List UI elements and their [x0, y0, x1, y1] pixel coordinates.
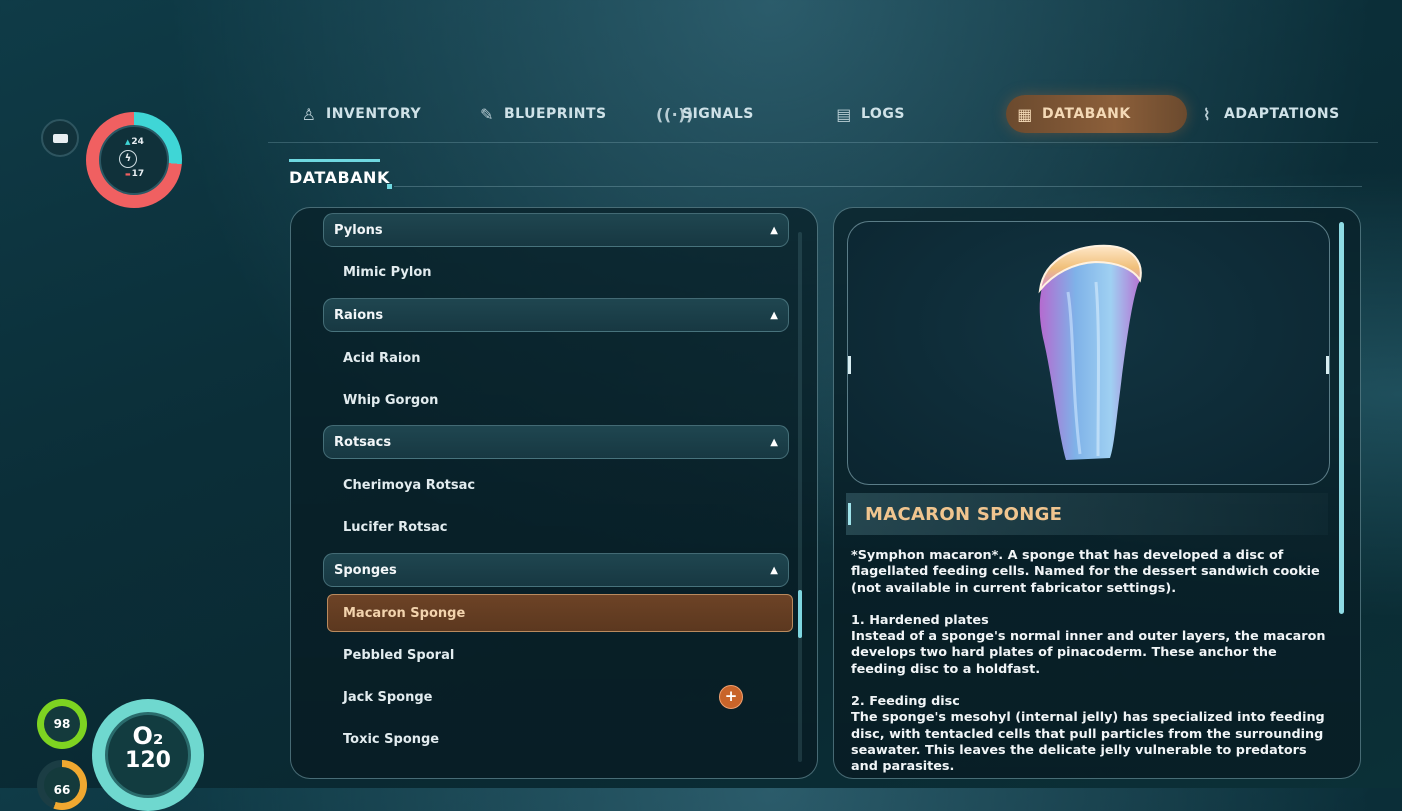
- section-title: DATABANK: [289, 168, 390, 187]
- power-up-value: 24: [125, 137, 144, 147]
- oxygen-label: O₂: [132, 722, 164, 750]
- group-label: Rotsacs: [334, 434, 392, 450]
- tab-databank[interactable]: ▦ DATABANK: [1006, 95, 1187, 133]
- group-label: Sponges: [334, 562, 397, 578]
- entry-section-hardened-plates: 1. Hardened plates Instead of a sponge's…: [851, 612, 1326, 677]
- tab-label: DATABANK: [1042, 106, 1131, 122]
- group-header-raions[interactable]: Raions ▲: [323, 298, 789, 332]
- entry-title-accent: [848, 503, 851, 525]
- list-item[interactable]: Lucifer Rotsac: [343, 512, 773, 542]
- databank-icon: ▦: [1017, 104, 1033, 124]
- list-item[interactable]: Cherimoya Rotsac: [343, 470, 773, 500]
- list-item[interactable]: Toxic Sponge: [343, 724, 773, 754]
- group-header-pylons[interactable]: Pylons ▲: [323, 213, 789, 247]
- list-item-label: Lucifer Rotsac: [343, 519, 448, 535]
- blueprint-icon: ✎: [480, 104, 494, 124]
- list-item[interactable]: Pebbled Sporal: [343, 640, 773, 670]
- list-item[interactable]: Jack Sponge +: [343, 682, 773, 712]
- group-header-sponges[interactable]: Sponges ▲: [323, 553, 789, 587]
- chevron-up-icon: ▲: [770, 309, 778, 321]
- list-scrollbar-track[interactable]: [798, 232, 802, 762]
- list-item-label: Acid Raion: [343, 350, 421, 366]
- tab-signals[interactable]: ((·)) SIGNALS: [656, 95, 754, 133]
- main-tab-bar: ♙ INVENTORY ✎ BLUEPRINTS ((·)) SIGNALS ▤…: [268, 86, 1378, 143]
- power-gauge-center: 24 ϟ 17: [99, 125, 169, 195]
- signal-icon: ((·)): [656, 104, 694, 124]
- food-gauge: 66: [37, 760, 87, 810]
- tab-adaptations[interactable]: ⌇ ADAPTATIONS: [1198, 95, 1340, 133]
- health-gauge: 98: [37, 699, 87, 749]
- battery-icon: [52, 133, 68, 143]
- tab-label: ADAPTATIONS: [1224, 106, 1340, 122]
- list-item-label: Mimic Pylon: [343, 264, 432, 280]
- databank-detail-panel: MACARON SPONGE *Symphon macaron*. A spon…: [833, 207, 1361, 779]
- list-item-label: Toxic Sponge: [343, 731, 440, 747]
- tab-label: BLUEPRINTS: [504, 106, 607, 122]
- list-item[interactable]: Mimic Pylon: [343, 257, 773, 287]
- databank-list-panel: Pylons ▲ Mimic Pylon Raions ▲ Acid Raion…: [290, 207, 818, 779]
- tab-label: INVENTORY: [326, 106, 422, 122]
- entry-description: *Symphon macaron*. A sponge that has dev…: [851, 548, 1329, 778]
- list-item[interactable]: Whip Gorgon: [343, 385, 773, 415]
- battery-indicator: [41, 119, 79, 157]
- detail-scrollbar[interactable]: [1339, 222, 1344, 614]
- list-item-label: Cherimoya Rotsac: [343, 477, 476, 493]
- entry-section-feeding-disc: 2. Feeding disc The sponge's mesohyl (in…: [851, 694, 1325, 775]
- group-header-rotsacs[interactable]: Rotsacs ▲: [323, 425, 789, 459]
- chevron-up-icon: ▲: [770, 224, 778, 236]
- section-title-underline: [289, 159, 380, 162]
- power-gauge: 24 ϟ 17: [86, 112, 182, 208]
- tab-logs[interactable]: ▤ LOGS: [835, 95, 905, 133]
- tab-inventory[interactable]: ♙ INVENTORY: [300, 95, 421, 133]
- chevron-up-icon: ▲: [770, 564, 778, 576]
- food-value: 66: [44, 767, 80, 803]
- tab-label: LOGS: [861, 106, 905, 122]
- creature-viewer[interactable]: [847, 221, 1330, 485]
- entry-intro: *Symphon macaron*. A sponge that has dev…: [851, 548, 1320, 596]
- group-label: Pylons: [334, 222, 383, 238]
- bolt-icon: ϟ: [119, 150, 137, 168]
- list-item-label: Jack Sponge: [343, 689, 433, 705]
- oxygen-gauge: O₂ 120: [92, 699, 204, 811]
- power-down-value: 17: [125, 169, 145, 179]
- list-item-label: Whip Gorgon: [343, 392, 439, 408]
- oxygen-value: 120: [125, 748, 171, 773]
- oxygen-gauge-center: O₂ 120: [105, 712, 191, 798]
- health-value: 98: [44, 706, 80, 742]
- section-divider: [394, 186, 1362, 187]
- group-label: Raions: [334, 307, 384, 323]
- macaron-sponge-model: [1038, 244, 1142, 460]
- entry-title: MACARON SPONGE: [865, 504, 1063, 525]
- section-divider-dot: [387, 184, 392, 189]
- list-item-label: Pebbled Sporal: [343, 647, 455, 663]
- chevron-up-icon: ▲: [770, 436, 778, 448]
- list-item-selected[interactable]: Macaron Sponge: [327, 594, 793, 632]
- logs-icon: ▤: [836, 104, 852, 124]
- list-item-label: Macaron Sponge: [343, 605, 466, 621]
- tab-label: SIGNALS: [682, 106, 754, 122]
- dna-icon: ⌇: [1202, 104, 1212, 124]
- tab-blueprints[interactable]: ✎ BLUEPRINTS: [478, 95, 607, 133]
- list-item[interactable]: Acid Raion: [343, 343, 773, 373]
- new-entry-badge: +: [719, 685, 743, 709]
- diver-icon: ♙: [301, 104, 317, 124]
- list-scrollbar-thumb[interactable]: [798, 590, 802, 638]
